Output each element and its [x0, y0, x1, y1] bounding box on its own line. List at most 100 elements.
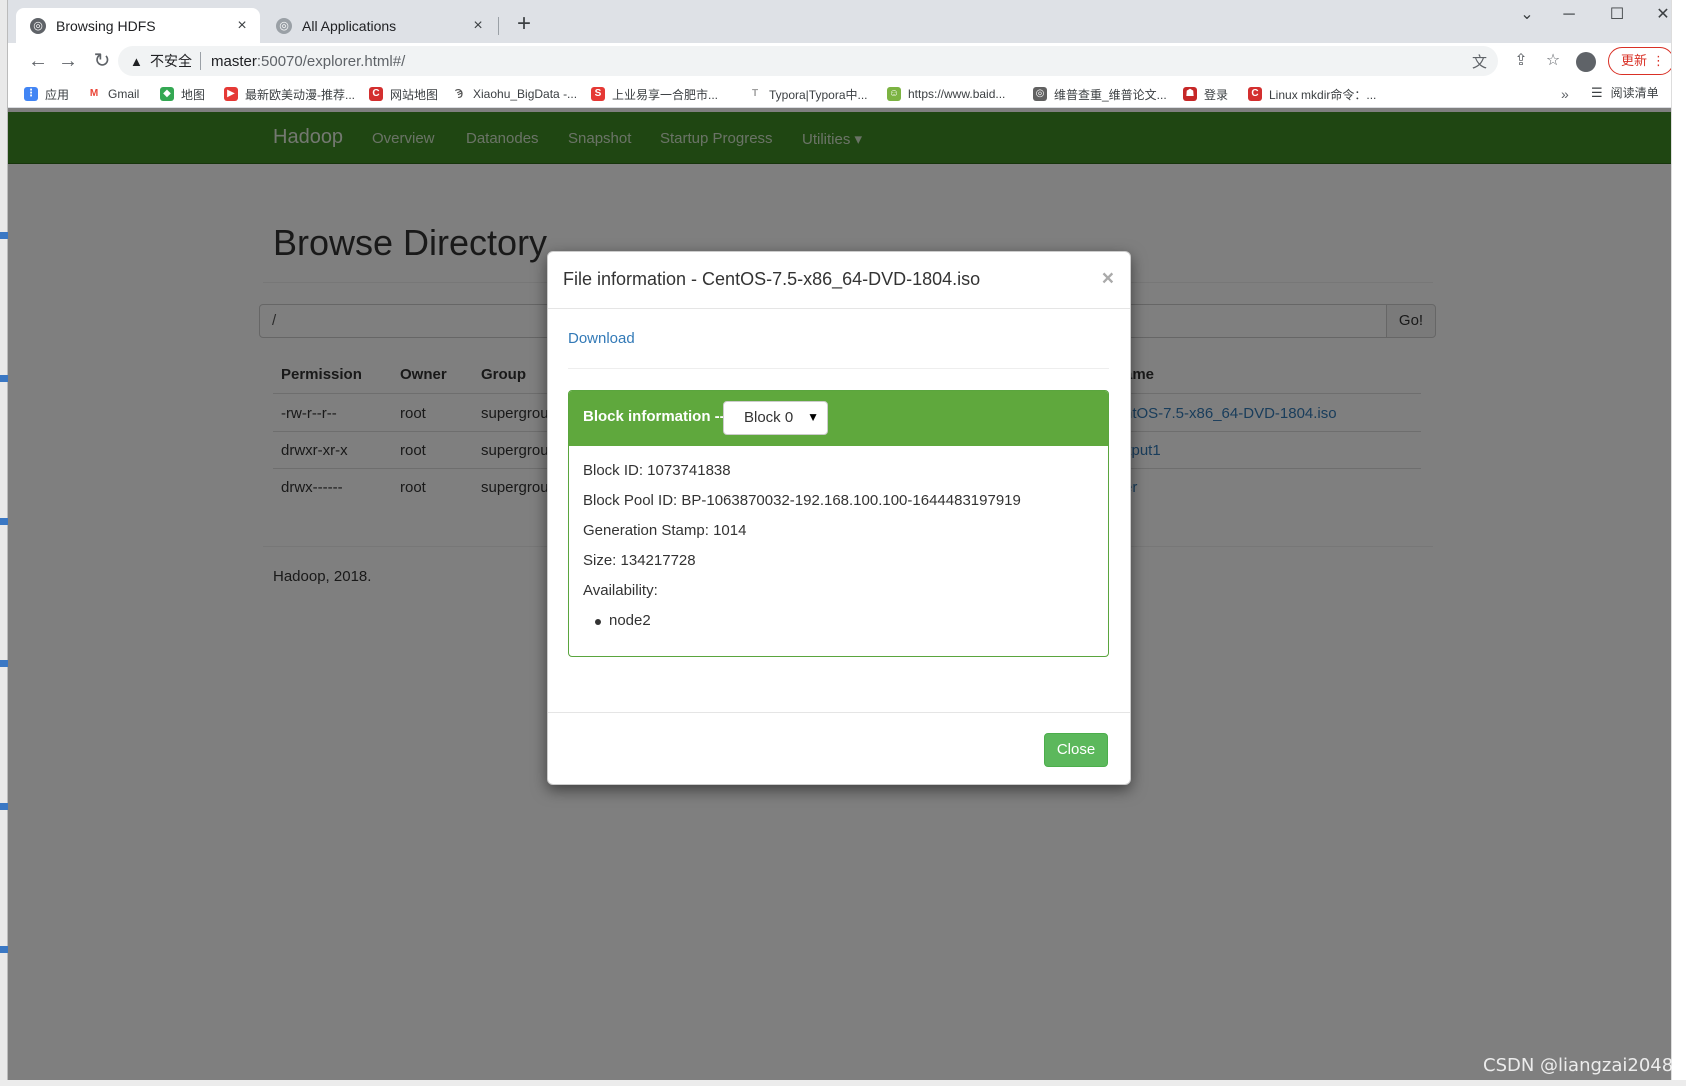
watermark: CSDN @liangzai2048: [1483, 1055, 1674, 1076]
address-bar[interactable]: ▲ 不安全 master :50070/explorer.html#/: [118, 46, 1498, 76]
bookmark-label: 地图: [181, 87, 206, 102]
bookmark-label: Gmail: [108, 87, 140, 101]
availability-node: node2: [595, 612, 651, 629]
bookmark-sitemap[interactable]: C 网站地图: [369, 84, 438, 104]
bookmark-label: 登录: [1204, 87, 1229, 102]
url-host: master: [211, 52, 257, 70]
edge-marker: [0, 660, 8, 667]
new-tab-button[interactable]: +: [510, 11, 538, 39]
edge-marker: [0, 803, 8, 810]
menu-icon: ⋮: [1652, 53, 1665, 68]
forward-button[interactable]: →: [54, 47, 82, 75]
reading-list-icon: ☰: [1591, 84, 1603, 100]
bookmarks-overflow-icon[interactable]: »: [1561, 86, 1569, 102]
bookmark-site-icon: ☺: [887, 87, 901, 101]
update-button[interactable]: 更新 ⋮: [1608, 47, 1674, 75]
bookmark-label: 最新欧美动漫-推荐...: [245, 87, 355, 102]
close-tab-icon[interactable]: ×: [230, 17, 254, 35]
block-info-panel: Block information -- Block 0 ▼ Block ID:…: [568, 390, 1109, 657]
block-select-value: Block 0: [744, 409, 794, 426]
bookmark-label: 网站地图: [390, 87, 439, 102]
bookmark-anime[interactable]: ▶ 最新欧美动漫-推荐...: [224, 84, 355, 104]
warning-icon: ▲: [130, 53, 143, 69]
modal-footer-divider: [548, 712, 1130, 713]
tab-all-applications[interactable]: ◎ All Applications ×: [262, 8, 496, 43]
bookmark-maps[interactable]: ◆ 地图: [160, 84, 205, 104]
globe-icon: ◎: [1033, 87, 1047, 101]
globe-icon: ◎: [276, 17, 292, 34]
availability-label: Availability:: [583, 582, 658, 599]
back-button[interactable]: ←: [24, 47, 52, 75]
modal-title: File information - CentOS-7.5-x86_64-DVD…: [563, 269, 981, 289]
close-tab-icon[interactable]: ×: [466, 17, 490, 35]
bookmark-label: 上业易享一合肥市...: [612, 87, 719, 102]
edge-marker: [0, 946, 8, 953]
bookmark-label: Xiaohu_BigData -...: [473, 87, 578, 101]
tab-title: All Applications: [302, 17, 397, 34]
panel-heading: Block information -- Block 0 ▼: [569, 391, 1108, 446]
tab-title: Browsing HDFS: [56, 17, 156, 34]
bookmark-login[interactable]: ☗ 登录: [1183, 84, 1228, 104]
left-screen-edge: [0, 0, 8, 1086]
bookmark-baidu[interactable]: ☺ https://www.baid...: [887, 84, 1005, 104]
tab-strip: ◎ Browsing HDFS × ◎ All Applications × +…: [8, 0, 1671, 43]
block-select[interactable]: Block 0 ▼: [723, 401, 828, 435]
block-info-label: Block information --: [583, 408, 725, 425]
bookmark-weipu[interactable]: ◎ 维普查重_维普论文...: [1033, 84, 1167, 104]
divider: [568, 368, 1109, 369]
insecure-label[interactable]: 不安全: [150, 51, 192, 71]
bookmark-hefei[interactable]: S 上业易享一合肥市...: [591, 84, 718, 104]
csdn-icon: C: [369, 87, 383, 101]
maps-icon: ◆: [160, 87, 174, 101]
close-button[interactable]: Close: [1044, 733, 1108, 767]
reload-button[interactable]: ↻: [88, 47, 116, 75]
bookmark-gmail[interactable]: M Gmail: [87, 84, 139, 104]
bookmark-site-icon: S: [591, 87, 605, 101]
block-pool-id: Block Pool ID: BP-1063870032-192.168.100…: [583, 492, 1021, 509]
block-id: Block ID: 1073741838: [583, 462, 731, 479]
csdn-icon: C: [1248, 87, 1262, 101]
bookmark-typora[interactable]: T Typora|Typora中...: [748, 84, 868, 104]
block-size: Size: 134217728: [583, 552, 696, 569]
modal-header: File information - CentOS-7.5-x86_64-DVD…: [548, 252, 1130, 309]
play-icon: ▶: [224, 87, 238, 101]
bottom-edge: [0, 1080, 1686, 1086]
tab-browsing-hdfs[interactable]: ◎ Browsing HDFS ×: [16, 8, 260, 43]
bookmark-label: Linux mkdir命令：...: [1269, 87, 1377, 102]
bookmark-label: 应用: [45, 87, 70, 102]
translate-icon[interactable]: 文: [1472, 51, 1487, 72]
edge-marker: [0, 375, 8, 382]
browser-window: ◎ Browsing HDFS × ◎ All Applications × +…: [8, 0, 1674, 1080]
gmail-icon: M: [87, 87, 101, 101]
bookmark-label: 维普查重_维普论文...: [1054, 87, 1167, 102]
generation-stamp: Generation Stamp: 1014: [583, 522, 747, 539]
download-link[interactable]: Download: [568, 330, 635, 347]
browser-toolbar: ← → ↻ ▲ 不安全 master :50070/explorer.html#…: [8, 43, 1674, 80]
typora-icon: T: [748, 87, 762, 101]
chevron-down-icon: ▼: [807, 410, 819, 424]
reading-list-label: 阅读清单: [1610, 86, 1659, 100]
bookmark-linux-mkdir[interactable]: C Linux mkdir命令：...: [1248, 84, 1376, 104]
tab-search-icon[interactable]: ⌄: [1507, 4, 1547, 28]
globe-icon: ◎: [30, 17, 46, 34]
bookmark-xiaohu[interactable]: Ϡ Xiaohu_BigData -...: [452, 84, 577, 104]
maximize-button[interactable]: ☐: [1597, 4, 1637, 28]
tab-separator: [498, 17, 499, 35]
url-path: :50070/explorer.html#/: [256, 52, 406, 70]
bookmark-star-icon[interactable]: ☆: [1540, 48, 1566, 74]
close-icon[interactable]: ×: [1102, 267, 1114, 291]
bookmark-site-icon: Ϡ: [452, 87, 466, 101]
bookmark-label: https://www.baid...: [908, 87, 1006, 101]
right-screen-edge: [1671, 0, 1686, 1086]
apps-grid-icon: ⋮: [24, 87, 38, 101]
file-info-modal: File information - CentOS-7.5-x86_64-DVD…: [547, 251, 1131, 785]
reading-list[interactable]: ☰ 阅读清单: [1591, 84, 1659, 101]
profile-avatar[interactable]: [1576, 52, 1596, 72]
bookmark-label: Typora|Typora中...: [769, 87, 868, 102]
bookmark-site-icon: ☗: [1183, 87, 1197, 101]
minimize-button[interactable]: ─: [1549, 4, 1589, 28]
bookmarks-bar: ⋮ 应用 M Gmail ◆ 地图 ▶ 最新欧美动漫-推荐... C 网站地图 Ϡ Xiao…: [8, 80, 1671, 108]
share-icon[interactable]: ⇪: [1508, 48, 1534, 74]
bookmark-apps[interactable]: ⋮ 应用: [24, 84, 69, 104]
edge-marker: [0, 232, 8, 239]
